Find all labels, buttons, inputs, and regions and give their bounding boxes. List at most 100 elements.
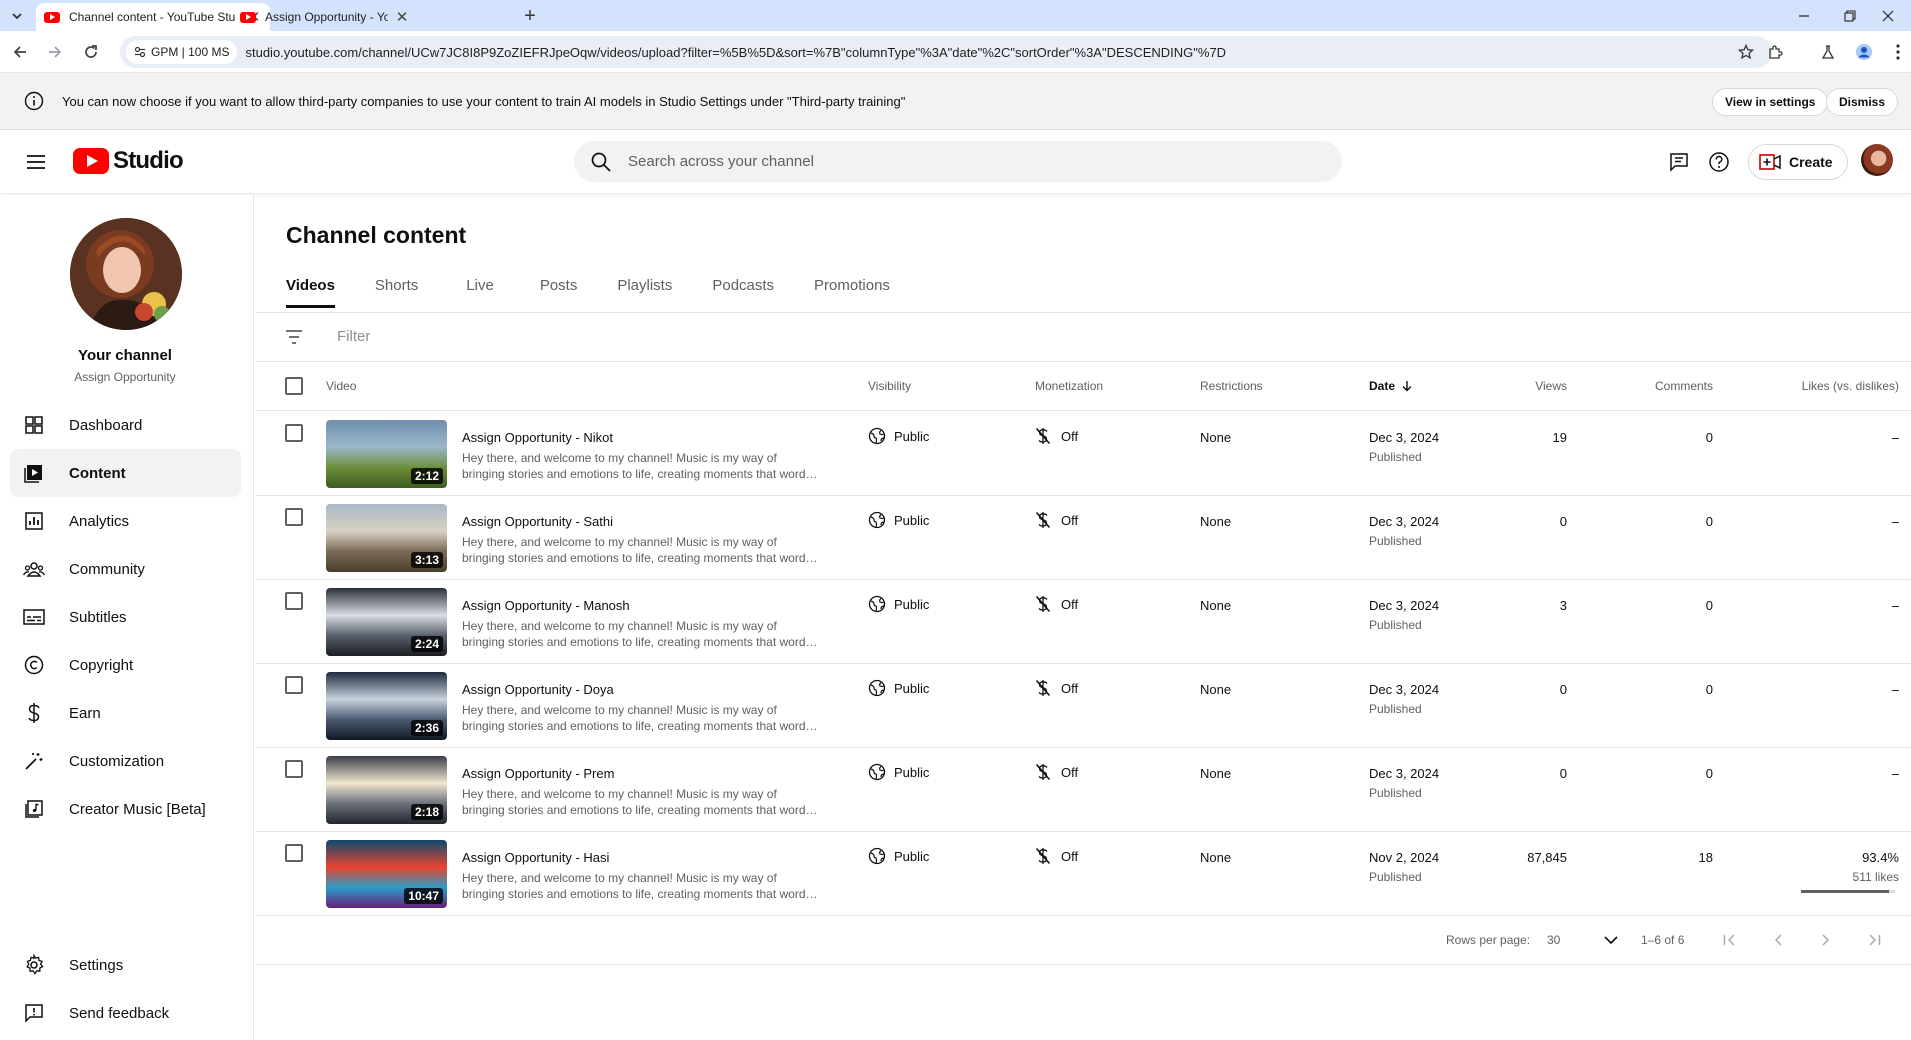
create-button[interactable]: Create (1748, 144, 1848, 180)
tab-podcasts[interactable]: Podcasts (712, 263, 774, 308)
monetization-value: Off (1061, 512, 1079, 528)
bookmark-button[interactable] (1736, 42, 1756, 62)
back-button[interactable] (8, 40, 32, 64)
video-thumbnail[interactable]: 2:24 (326, 588, 447, 656)
monetization-cell[interactable]: Off (1035, 595, 1078, 613)
forward-button[interactable] (43, 40, 67, 64)
video-title[interactable]: Assign Opportunity - Nikot (462, 430, 613, 445)
close-window-button[interactable] (1865, 0, 1911, 31)
table-row[interactable]: 2:12 Assign Opportunity - Nikot Hey there,… (255, 412, 1911, 496)
filter-bar[interactable]: Filter (255, 313, 1911, 362)
sidebar-item-send-feedback[interactable]: Send feedback (10, 989, 241, 1037)
visibility-cell[interactable]: Public (868, 763, 929, 781)
sidebar-item-community[interactable]: Community (10, 545, 241, 593)
filter-icon[interactable] (284, 327, 304, 347)
close-icon[interactable]: ✕ (394, 9, 410, 26)
table-row[interactable]: 2:24 Assign Opportunity - Manosh Hey there… (255, 580, 1911, 664)
channel-avatar[interactable] (70, 218, 182, 330)
monetization-cell[interactable]: Off (1035, 427, 1078, 445)
sidebar-item-subtitles[interactable]: Subtitles (10, 593, 241, 641)
video-title[interactable]: Assign Opportunity - Hasi (462, 850, 609, 865)
column-header-comments[interactable]: Comments (1633, 379, 1713, 393)
select-all-checkbox[interactable] (285, 377, 303, 395)
tab-search-button[interactable] (6, 5, 28, 27)
sidebar-item-copyright[interactable]: Copyright (10, 641, 241, 689)
site-info-chip[interactable]: GPM | 100 MS (126, 40, 238, 64)
dismiss-button[interactable]: Dismiss (1826, 88, 1899, 116)
video-thumbnail[interactable]: 2:18 (326, 756, 447, 824)
column-header-restrictions[interactable]: Restrictions (1200, 379, 1263, 393)
table-row[interactable]: 10:47 Assign Opportunity - Hasi Hey there,… (255, 832, 1911, 916)
tab-videos[interactable]: Videos (286, 263, 335, 308)
labs-button[interactable] (1816, 40, 1840, 64)
sidebar-item-customization[interactable]: Customization (10, 737, 241, 785)
video-thumbnail[interactable]: 10:47 (326, 840, 447, 908)
monetization-cell[interactable]: Off (1035, 679, 1078, 697)
column-header-views[interactable]: Views (1507, 379, 1567, 393)
row-checkbox[interactable] (285, 592, 303, 610)
sidebar-item-creator-music[interactable]: Creator Music [Beta] (10, 785, 241, 833)
sidebar-item-analytics[interactable]: Analytics (10, 497, 241, 545)
studio-logo[interactable]: Studio (73, 147, 184, 175)
sidebar-item-earn[interactable]: Earn (10, 689, 241, 737)
tab-live[interactable]: Live (466, 263, 494, 308)
tab-posts[interactable]: Posts (540, 263, 578, 308)
column-header-date[interactable]: Date (1369, 379, 1413, 393)
video-thumbnail[interactable]: 2:12 (326, 420, 447, 488)
reload-button[interactable] (79, 40, 103, 64)
row-checkbox[interactable] (285, 676, 303, 694)
video-title[interactable]: Assign Opportunity - Prem (462, 766, 614, 781)
help-button[interactable] (1707, 150, 1731, 174)
filter-input[interactable]: Filter (337, 328, 370, 345)
monetization-cell[interactable]: Off (1035, 847, 1078, 865)
monetization-cell[interactable]: Off (1035, 511, 1078, 529)
account-avatar[interactable] (1861, 144, 1893, 176)
monetization-cell[interactable]: Off (1035, 763, 1078, 781)
row-checkbox[interactable] (285, 424, 303, 442)
visibility-cell[interactable]: Public (868, 511, 929, 529)
visibility-cell[interactable]: Public (868, 847, 929, 865)
visibility-cell[interactable]: Public (868, 595, 929, 613)
visibility-cell[interactable]: Public (868, 427, 929, 445)
search-input[interactable] (628, 153, 1268, 170)
minimize-button[interactable] (1781, 0, 1827, 31)
messages-button[interactable] (1667, 150, 1691, 174)
sidebar-item-settings[interactable]: Settings (10, 941, 241, 989)
previous-page-button[interactable] (1766, 928, 1790, 952)
tab-shorts[interactable]: Shorts (375, 263, 418, 308)
browser-tab[interactable]: Assign Opportunity - YouTube ✕ (232, 3, 418, 31)
column-header-visibility[interactable]: Visibility (868, 379, 911, 393)
view-in-settings-button[interactable]: View in settings (1712, 88, 1829, 116)
browser-menu-button[interactable] (1886, 40, 1910, 64)
visibility-cell[interactable]: Public (868, 679, 929, 697)
rows-per-page-select[interactable]: 30 (1547, 933, 1560, 947)
next-page-button[interactable] (1814, 928, 1838, 952)
table-row[interactable]: 3:13 Assign Opportunity - Sathi Hey there,… (255, 496, 1911, 580)
video-title[interactable]: Assign Opportunity - Sathi (462, 514, 613, 529)
video-thumbnail[interactable]: 2:36 (326, 672, 447, 740)
rows-per-page-dropdown[interactable] (1599, 928, 1623, 952)
extensions-button[interactable] (1763, 40, 1787, 64)
search-bar[interactable] (574, 141, 1342, 182)
last-page-button[interactable] (1862, 928, 1886, 952)
column-header-monetization[interactable]: Monetization (1035, 379, 1103, 393)
video-title[interactable]: Assign Opportunity - Doya (462, 682, 614, 697)
table-row[interactable]: 2:18 Assign Opportunity - Prem Hey there, … (255, 748, 1911, 832)
sidebar-item-content[interactable]: Content (10, 449, 241, 497)
first-page-button[interactable] (1718, 928, 1742, 952)
table-row[interactable]: 2:36 Assign Opportunity - Doya Hey there, … (255, 664, 1911, 748)
video-title[interactable]: Assign Opportunity - Manosh (462, 598, 630, 613)
menu-icon[interactable] (24, 150, 48, 174)
address-bar[interactable]: GPM | 100 MS studio.youtube.com/channel/… (120, 36, 1772, 68)
profile-button[interactable] (1852, 40, 1876, 64)
row-checkbox[interactable] (285, 760, 303, 778)
row-checkbox[interactable] (285, 508, 303, 526)
sidebar-item-dashboard[interactable]: Dashboard (10, 401, 241, 449)
tab-playlists[interactable]: Playlists (617, 263, 672, 308)
column-header-likes[interactable]: Likes (vs. dislikes) (1802, 379, 1899, 393)
video-thumbnail[interactable]: 3:13 (326, 504, 447, 572)
row-checkbox[interactable] (285, 844, 303, 862)
tab-promotions[interactable]: Promotions (814, 263, 890, 308)
tab-title: Assign Opportunity - YouTube (265, 10, 388, 24)
new-tab-button[interactable]: + (518, 4, 542, 28)
